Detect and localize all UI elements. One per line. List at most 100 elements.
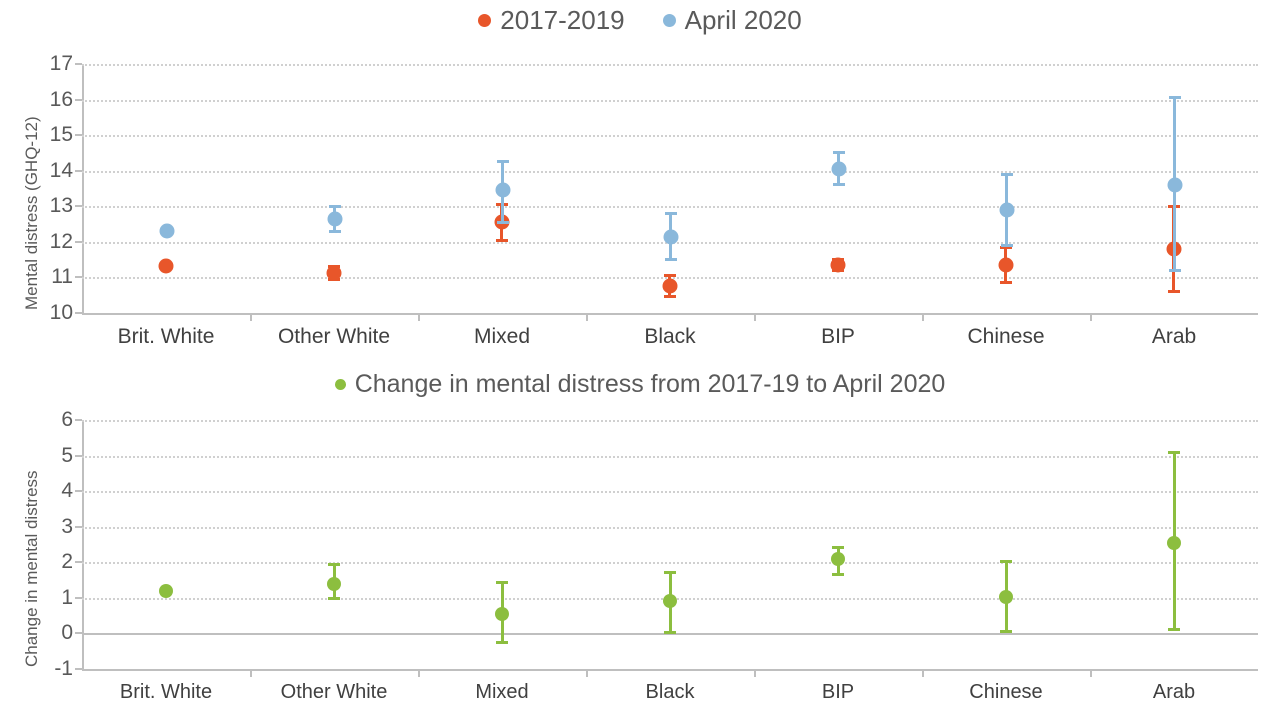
y-axis-tick-mark <box>75 490 82 493</box>
x-axis-category-label-black: Black <box>645 681 695 703</box>
x-axis-line <box>82 669 1258 671</box>
data-point-marker[interactable] <box>326 265 341 281</box>
legend-color-swatch-2017-2019 <box>478 13 492 27</box>
x-axis-tick-mark <box>586 669 588 677</box>
y-axis-tick-mark <box>75 240 82 243</box>
data-point-marker[interactable] <box>999 202 1014 218</box>
data-point-marker[interactable] <box>159 584 173 599</box>
chart-legend-top: 2017-2019 April 2020 <box>0 0 1280 40</box>
y-axis-tick-mark <box>75 169 82 172</box>
y-axis-tick-label: 6 <box>61 408 73 431</box>
error-bar-cap-lower <box>663 295 676 299</box>
error-bar-cap-upper <box>832 545 844 549</box>
y-axis-tick-mark <box>75 98 82 101</box>
y-axis-tick-label: 2 <box>61 550 73 574</box>
data-point-marker[interactable] <box>831 551 845 566</box>
legend-color-swatch-change <box>334 378 346 390</box>
gridline <box>82 455 1258 458</box>
y-axis-tick-label: 13 <box>49 194 73 218</box>
y-axis-tick-label: 1 <box>61 585 73 609</box>
error-bar-cap-lower <box>496 640 508 644</box>
data-point-marker[interactable] <box>999 590 1013 605</box>
error-bar-cap-upper <box>496 581 508 585</box>
error-bar-cap-lower <box>664 258 677 262</box>
data-point-marker[interactable] <box>327 577 341 592</box>
error-bar-cap-lower <box>1000 630 1012 634</box>
x-axis-tick-mark <box>418 313 420 321</box>
x-axis-category-label-black: Black <box>644 325 696 348</box>
x-axis-tick-mark <box>586 313 588 321</box>
error-bar-cap-upper <box>664 211 677 215</box>
y-axis-tick-mark <box>75 561 82 564</box>
y-axis-tick-mark <box>75 205 82 208</box>
error-bar-cap-upper <box>1168 96 1181 100</box>
gridline <box>82 526 1258 529</box>
gridline <box>82 99 1258 102</box>
error-bar-cap-lower <box>328 230 341 234</box>
x-axis-category-label-mixed: Mixed <box>475 681 529 703</box>
x-axis-category-label-chinese: Chinese <box>969 681 1043 703</box>
plot-area-mental-distress: 10 11 12 13 14 15 16 17 Brit. White Other White Mi… <box>50 52 1258 348</box>
y-axis-tick-label: 3 <box>61 514 73 538</box>
y-axis-tick-label: 5 <box>61 443 73 467</box>
legend-label-april-2020: April 2020 <box>684 4 802 35</box>
x-axis-category-label-bip: BIP <box>821 325 855 348</box>
data-point-marker[interactable] <box>159 223 174 239</box>
gridline <box>82 420 1258 422</box>
x-axis-tick-mark <box>922 313 924 321</box>
y-axis-tick-label: 4 <box>61 479 73 503</box>
error-bar-cap-lower <box>496 220 509 224</box>
mental-distress-chart-panel: 2017-2019 April 2020 Mental distress (GH… <box>0 0 1280 362</box>
y-axis-tick-label: 16 <box>49 87 73 111</box>
data-point-marker[interactable] <box>998 257 1013 273</box>
chart-legend-bottom: Change in mental distress from 2017-19 t… <box>0 364 1280 404</box>
error-bar-cap-lower <box>328 597 340 601</box>
error-bar-cap-lower <box>1168 628 1180 632</box>
data-point-marker[interactable] <box>158 258 173 274</box>
data-point-marker[interactable] <box>831 161 846 177</box>
x-axis-tick-mark <box>1090 313 1092 321</box>
x-axis-tick-mark <box>250 313 252 321</box>
data-point-marker[interactable] <box>662 278 677 294</box>
x-axis-category-label-brit-white: Brit. White <box>117 325 215 348</box>
data-point-marker[interactable] <box>495 606 509 621</box>
y-axis-title-bottom: Change in mental distress <box>22 470 41 667</box>
data-point-marker[interactable] <box>663 229 678 245</box>
error-bar-cap-upper <box>328 204 341 208</box>
y-axis-title-top: Mental distress (GHQ-12) <box>22 116 41 310</box>
error-bar-cap-upper <box>1000 172 1013 176</box>
y-axis-tick-label: 0 <box>61 621 73 645</box>
legend-item-change-in-mental-distress[interactable]: Change in mental distress from 2017-19 t… <box>334 370 945 399</box>
x-axis-category-label-bip: BIP <box>821 681 855 703</box>
error-bar-cap-upper <box>496 160 509 164</box>
x-axis-tick-mark <box>1090 669 1092 677</box>
y-axis-tick-label: 14 <box>49 158 73 182</box>
x-axis-tick-mark <box>754 669 756 677</box>
legend-item-april-2020[interactable]: April 2020 <box>662 4 802 36</box>
error-bar-cap-upper <box>1000 560 1012 564</box>
x-axis-category-label-chinese: Chinese <box>967 325 1045 348</box>
data-point-marker[interactable] <box>1167 535 1181 550</box>
error-bar-cap-upper <box>664 570 676 574</box>
plot-area-change-in-mental-distress: -1 0 1 2 3 4 5 6 Brit. White Other White Mixed Blac… <box>54 408 1258 703</box>
data-point-marker[interactable] <box>495 182 510 198</box>
gridline <box>82 170 1258 173</box>
error-bar-cap-lower <box>1167 290 1180 294</box>
error-bar-cap-lower <box>1168 268 1181 272</box>
x-axis-category-label-other-white: Other White <box>280 681 388 703</box>
x-axis-line <box>82 313 1258 315</box>
data-point-marker[interactable] <box>1167 177 1182 193</box>
error-bar-cap-lower <box>999 281 1012 285</box>
legend-item-2017-2019[interactable]: 2017-2019 <box>478 5 625 36</box>
y-axis-tick-label: 12 <box>49 229 73 253</box>
error-bar-cap-lower <box>495 238 508 242</box>
y-axis-tick-label: 15 <box>49 123 73 147</box>
data-point-marker[interactable] <box>663 594 677 609</box>
data-point-marker[interactable] <box>830 257 845 273</box>
error-bar-cap-upper <box>328 562 340 566</box>
gridline <box>82 64 1258 66</box>
data-point-marker[interactable] <box>327 211 342 227</box>
gridline <box>82 562 1258 565</box>
x-axis-tick-mark <box>754 313 756 321</box>
legend-color-swatch-april-2020 <box>662 13 676 27</box>
